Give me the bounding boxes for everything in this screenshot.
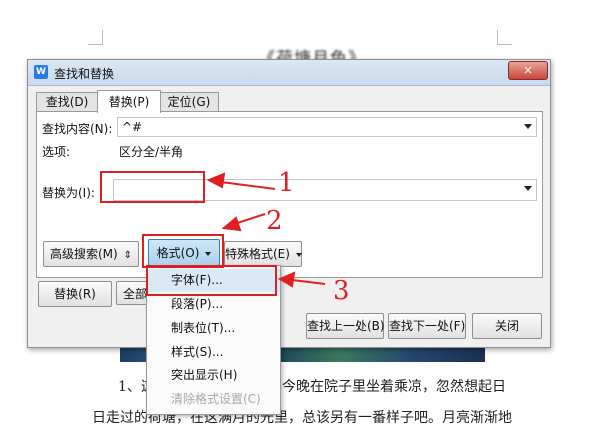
tab-replace[interactable]: 替换(P) [97,90,161,113]
advanced-search-button[interactable]: 高级搜索(M) ⇕ [43,241,139,267]
menu-item-clear-formatting: 清除格式设置(C) [171,392,261,406]
special-format-label: 特殊格式(E) [225,247,290,261]
find-previous-button[interactable]: 查找上一处(B) [306,313,385,339]
find-content-label: 查找内容(N): [42,122,113,136]
close-button[interactable]: 关闭 [472,313,542,339]
replace-with-label: 替换为(I): [42,186,95,200]
menu-item-highlight[interactable]: 突出显示(H) [147,364,280,387]
dialog-title: 查找和替换 [54,67,115,81]
annotation-number-3: 3 [333,276,350,306]
annotation-number-2: 2 [266,206,283,236]
find-replace-dialog: W 查找和替换 × 查找(D) 替换(P) 定位(G) 查找内容(N): ^# … [27,59,551,348]
menu-item-style[interactable]: 样式(S)... [147,341,280,364]
find-content-combo[interactable]: ^# [117,117,537,137]
close-window-button[interactable]: × [508,61,548,80]
tab-goto[interactable]: 定位(G) [159,92,219,112]
tab-find[interactable]: 查找(D) [36,92,98,112]
highlight-box-font-item [146,265,277,296]
chevron-down-icon: ⇕ [123,250,133,261]
replace-button[interactable]: 替换(R) [38,281,112,307]
special-format-button[interactable]: 特殊格式(E) [224,241,302,267]
menu-item-tabs[interactable]: 制表位(T)... [147,317,280,340]
options-label: 选项: [42,145,71,159]
advanced-search-label: 高级搜索(M) [49,247,118,261]
dialog-titlebar[interactable]: W 查找和替换 × [28,60,550,86]
dropdown-arrow-icon[interactable] [524,124,532,129]
menu-item-paragraph[interactable]: 段落(P)... [147,293,280,316]
highlight-box-replace-field [100,171,205,203]
highlight-box-format-button [142,234,224,268]
options-value: 区分全/半角 [119,145,184,159]
page-corner-top-right [497,30,512,45]
find-content-value: ^# [122,120,143,134]
find-next-button[interactable]: 查找下一处(F) [388,313,466,339]
page-corner-top-left [88,30,103,45]
wps-app-icon: W [34,65,48,79]
dropdown-arrow-icon[interactable] [524,186,532,191]
annotation-number-1: 1 [278,168,295,198]
chevron-down-icon [295,252,302,257]
document-text-line-1-right: 今晚在院子里坐着乘凉，忽然想起日 [282,379,506,395]
